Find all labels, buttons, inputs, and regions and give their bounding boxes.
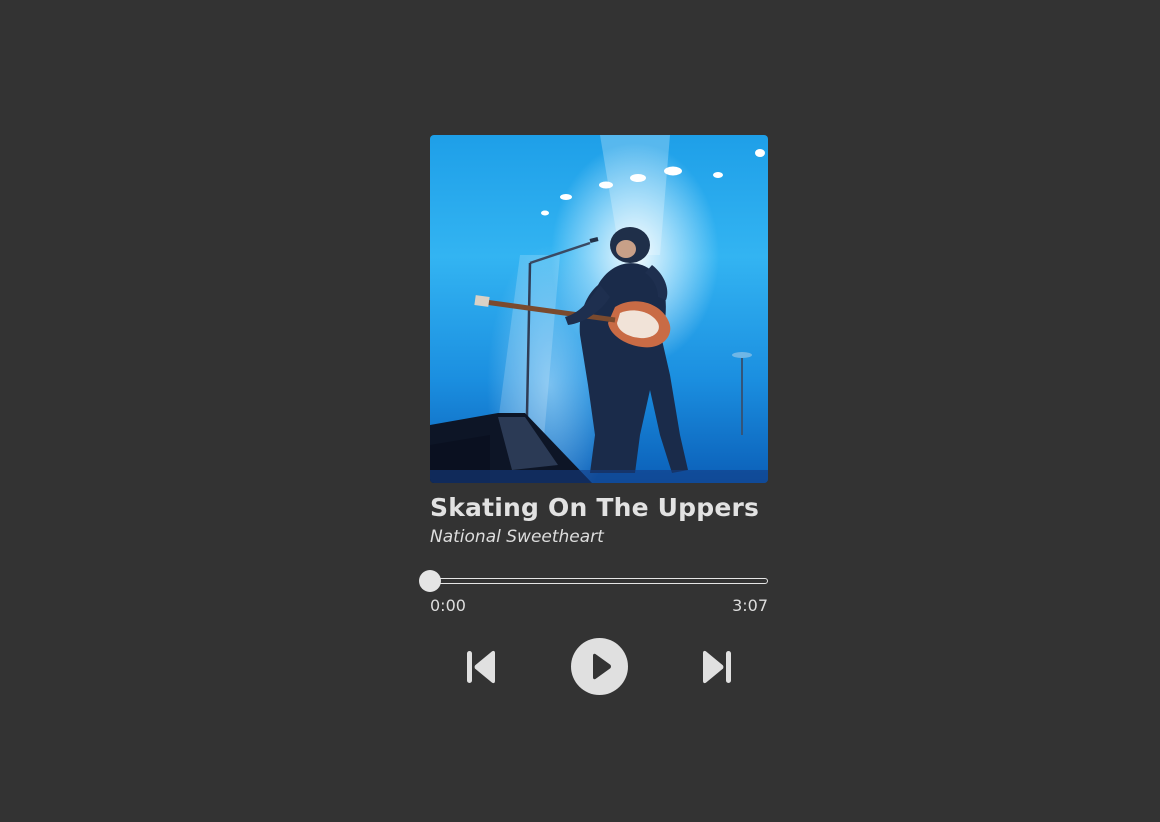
total-time: 3:07 [732,596,768,615]
music-player: Skating On The Uppers National Sweethear… [419,135,768,696]
skip-next-icon [703,650,731,684]
album-artwork [430,135,768,483]
previous-track-button[interactable] [466,649,498,685]
play-button[interactable] [571,638,628,695]
track-title: Skating On The Uppers [430,493,760,522]
concert-photo [430,135,768,483]
current-time: 0:00 [430,596,466,615]
skip-previous-icon [467,650,495,684]
playback-controls [430,638,768,696]
track-artist: National Sweetheart [430,527,604,547]
progress-slider[interactable] [419,570,768,592]
time-readout: 0:00 3:07 [430,596,768,616]
progress-track[interactable] [430,578,768,584]
next-track-button[interactable] [700,649,732,685]
play-icon [571,638,628,695]
progress-thumb[interactable] [419,570,441,592]
